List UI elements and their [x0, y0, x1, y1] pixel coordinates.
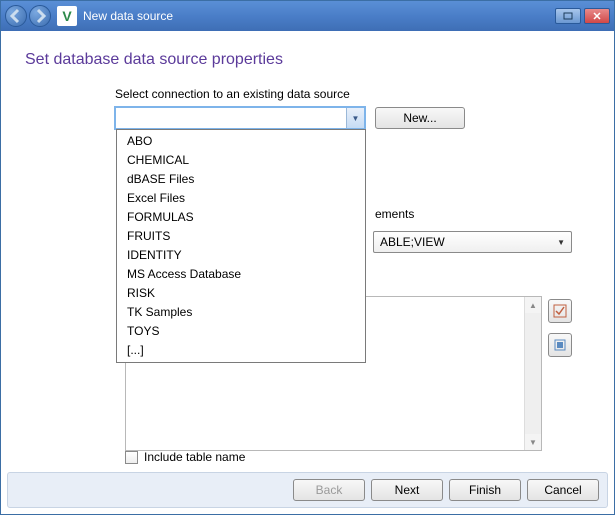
dropdown-option[interactable]: TK Samples	[117, 303, 365, 322]
connection-dropdown[interactable]: ▼ ABO CHEMICAL dBASE Files Excel Files F…	[115, 107, 365, 129]
dropdown-option[interactable]: MS Access Database	[117, 265, 365, 284]
close-icon	[592, 11, 602, 21]
new-connection-button[interactable]: New...	[375, 107, 465, 129]
dropdown-option[interactable]: RISK	[117, 284, 365, 303]
finish-button[interactable]: Finish	[449, 479, 521, 501]
partial-label: ements	[375, 207, 414, 221]
empty-box-icon	[553, 338, 567, 352]
checklist-icon	[553, 304, 567, 318]
maximize-button[interactable]	[555, 8, 581, 24]
chevron-down-icon: ▼	[346, 108, 364, 128]
footer-bar: Back Next Finish Cancel	[7, 472, 608, 508]
nav-forward-button[interactable]	[29, 5, 51, 27]
next-button[interactable]: Next	[371, 479, 443, 501]
scroll-down-icon[interactable]: ▼	[525, 434, 541, 450]
window-title: New data source	[83, 9, 555, 23]
dialog-window: V New data source Set database data sour…	[0, 0, 615, 515]
dropdown-option[interactable]: dBASE Files	[117, 170, 365, 189]
dropdown-option[interactable]: CHEMICAL	[117, 151, 365, 170]
include-table-row: Include table name	[125, 450, 245, 464]
include-table-checkbox[interactable]	[125, 451, 138, 464]
content-area: Set database data source properties Sele…	[1, 31, 614, 470]
select-all-button[interactable]	[548, 299, 572, 323]
dropdown-option[interactable]: TOYS	[117, 322, 365, 341]
dropdown-option[interactable]: Excel Files	[117, 189, 365, 208]
scroll-track[interactable]	[525, 313, 541, 434]
arrow-right-icon	[30, 6, 50, 26]
page-heading: Set database data source properties	[25, 51, 590, 69]
arrow-left-icon	[6, 6, 26, 26]
connection-dropdown-list: ABO CHEMICAL dBASE Files Excel Files FOR…	[116, 129, 366, 363]
include-table-label: Include table name	[144, 450, 245, 464]
cancel-button[interactable]: Cancel	[527, 479, 599, 501]
dropdown-option[interactable]: FORMULAS	[117, 208, 365, 227]
dropdown-option[interactable]: [...]	[117, 341, 365, 360]
back-button[interactable]: Back	[293, 479, 365, 501]
chevron-down-icon: ▼	[557, 238, 565, 247]
app-icon: V	[57, 6, 77, 26]
scroll-up-icon[interactable]: ▲	[525, 297, 541, 313]
type-dropdown[interactable]: ABLE;VIEW ▼	[373, 231, 572, 253]
dropdown-option[interactable]: IDENTITY	[117, 246, 365, 265]
scrollbar[interactable]: ▲ ▼	[524, 297, 541, 450]
title-bar: V New data source	[1, 1, 614, 31]
dropdown-option[interactable]: ABO	[117, 132, 365, 151]
dropdown-option[interactable]: FRUITS	[117, 227, 365, 246]
maximize-icon	[563, 11, 573, 21]
close-button[interactable]	[584, 8, 610, 24]
deselect-all-button[interactable]	[548, 333, 572, 357]
connection-label: Select connection to an existing data so…	[115, 87, 590, 101]
nav-back-button[interactable]	[5, 5, 27, 27]
type-value: ABLE;VIEW	[380, 235, 445, 249]
